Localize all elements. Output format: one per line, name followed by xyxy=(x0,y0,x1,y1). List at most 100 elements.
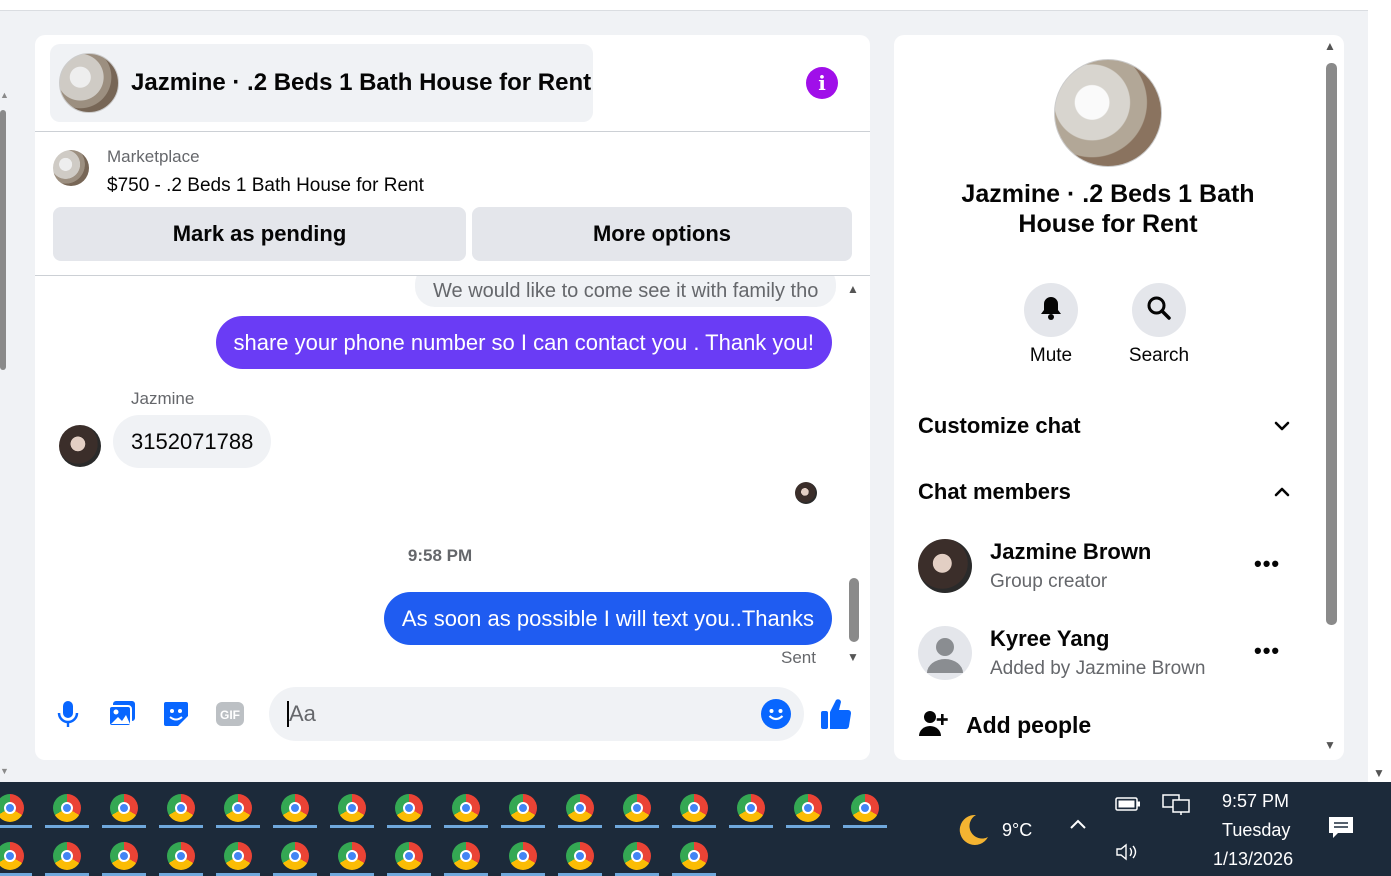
chrome-icon[interactable] xyxy=(338,794,366,822)
customize-chat-section[interactable]: Customize chat xyxy=(918,413,1292,443)
chrome-icon[interactable] xyxy=(167,842,195,870)
mute-label: Mute xyxy=(1029,345,1073,366)
chrome-icon[interactable] xyxy=(224,842,252,870)
taskbar-running-indicator xyxy=(615,825,659,828)
microphone-icon[interactable] xyxy=(53,699,83,729)
panel-scroll-up-arrow[interactable]: ▲ xyxy=(1324,39,1336,53)
chrome-icon[interactable] xyxy=(566,842,594,870)
chat-header[interactable]: Jazmine · .2 Beds 1 Bath House for Rent xyxy=(50,44,593,122)
clock-day[interactable]: Tuesday xyxy=(1222,820,1290,841)
chrome-icon[interactable] xyxy=(110,794,138,822)
taskbar-running-indicator xyxy=(45,825,89,828)
section-title: Customize chat xyxy=(918,413,1081,438)
weather-temperature[interactable]: 9°C xyxy=(1002,820,1032,841)
chrome-icon[interactable] xyxy=(110,842,138,870)
header-divider xyxy=(35,131,870,132)
chrome-icon[interactable] xyxy=(851,794,879,822)
member-role: Group creator xyxy=(990,571,1108,592)
search-icon xyxy=(1146,295,1172,326)
chrome-icon[interactable] xyxy=(0,842,24,870)
clock-time[interactable]: 9:57 PM xyxy=(1222,791,1289,812)
chrome-icon[interactable] xyxy=(281,842,309,870)
message-out[interactable]: share your phone number so I can contact… xyxy=(215,316,832,369)
chrome-icon[interactable] xyxy=(281,794,309,822)
add-people-label: Add people xyxy=(966,711,1092,738)
emoji-icon[interactable] xyxy=(761,699,791,729)
message-in[interactable]: 3152071788 xyxy=(113,415,272,468)
chrome-icon[interactable] xyxy=(338,842,366,870)
member-role: Added by Jazmine Brown xyxy=(990,658,1206,679)
mark-as-pending-button[interactable]: Mark as pending xyxy=(53,207,466,261)
page-scroll-down-arrow[interactable]: ▼ xyxy=(1373,766,1385,780)
message-input-placeholder[interactable]: Aa xyxy=(287,701,316,727)
chrome-icon[interactable] xyxy=(509,794,537,822)
read-receipt-avatar xyxy=(795,482,817,504)
chrome-icon[interactable] xyxy=(680,842,708,870)
chrome-icon[interactable] xyxy=(53,794,81,822)
chrome-icon[interactable] xyxy=(452,842,480,870)
sender-avatar[interactable] xyxy=(59,425,101,467)
browser-top-strip xyxy=(0,0,1368,11)
network-icon[interactable] xyxy=(1162,794,1190,821)
left-scroll-down-arrow[interactable]: ▼ xyxy=(0,766,9,776)
chat-avatar xyxy=(59,53,119,113)
taskbar-running-indicator xyxy=(273,825,317,828)
member-name[interactable]: Jazmine Brown xyxy=(990,539,1151,565)
chrome-icon[interactable] xyxy=(794,794,822,822)
sticker-icon[interactable] xyxy=(161,699,191,729)
taskbar-running-indicator xyxy=(102,825,146,828)
member-options-icon[interactable]: ••• xyxy=(1254,551,1280,577)
chrome-icon[interactable] xyxy=(737,794,765,822)
message-in[interactable]: We would like to come see it with family… xyxy=(415,276,837,307)
chrome-icon[interactable] xyxy=(0,794,24,822)
taskbar-running-indicator xyxy=(672,825,716,828)
taskbar-running-indicator xyxy=(501,825,545,828)
message-out[interactable]: As soon as possible I will text you..Tha… xyxy=(383,592,832,645)
chrome-icon[interactable] xyxy=(224,794,252,822)
chrome-icon[interactable] xyxy=(680,794,708,822)
listing-source: Marketplace xyxy=(107,147,200,166)
panel-scroll-down-arrow[interactable]: ▼ xyxy=(1324,738,1336,752)
chrome-icon[interactable] xyxy=(53,842,81,870)
taskbar-running-indicator xyxy=(444,825,488,828)
chevron-up-icon[interactable] xyxy=(1068,816,1088,837)
mute-button[interactable] xyxy=(1024,283,1078,337)
left-scrollbar-thumb[interactable] xyxy=(0,110,6,370)
info-icon[interactable]: i xyxy=(806,67,838,99)
thumbs-up-icon[interactable] xyxy=(819,697,853,731)
chrome-icon[interactable] xyxy=(566,794,594,822)
volume-icon[interactable] xyxy=(1115,842,1141,867)
member-avatar[interactable] xyxy=(918,539,972,593)
more-options-button[interactable]: More options xyxy=(472,207,852,261)
taskbar-running-indicator xyxy=(387,825,431,828)
chevron-up-icon xyxy=(1272,482,1292,508)
messages-scrollbar-thumb[interactable] xyxy=(849,578,859,642)
gif-icon[interactable]: GIF xyxy=(215,699,245,729)
messages-scroll-down-arrow[interactable]: ▼ xyxy=(847,650,859,664)
moon-weather-icon[interactable] xyxy=(954,812,990,853)
chrome-icon[interactable] xyxy=(623,842,651,870)
clock-date[interactable]: 1/13/2026 xyxy=(1213,849,1293,870)
taskbar-running-indicator xyxy=(0,825,32,828)
notification-icon[interactable] xyxy=(1328,816,1354,845)
listing-thumbnail[interactable] xyxy=(53,150,89,186)
panel-scrollbar-thumb[interactable] xyxy=(1326,63,1337,625)
chrome-icon[interactable] xyxy=(623,794,651,822)
battery-icon[interactable] xyxy=(1115,796,1141,817)
member-options-icon[interactable]: ••• xyxy=(1254,638,1280,664)
chrome-icon[interactable] xyxy=(509,842,537,870)
messages-scroll-up-arrow[interactable]: ▲ xyxy=(847,282,859,296)
add-people-button[interactable]: Add people xyxy=(918,707,1091,743)
chrome-icon[interactable] xyxy=(395,794,423,822)
default-avatar-icon[interactable] xyxy=(918,626,972,680)
chrome-icon[interactable] xyxy=(167,794,195,822)
photo-icon[interactable] xyxy=(107,699,137,729)
message-input[interactable]: Aa xyxy=(269,687,804,741)
chrome-icon[interactable] xyxy=(452,794,480,822)
search-button[interactable] xyxy=(1132,283,1186,337)
chrome-icon[interactable] xyxy=(395,842,423,870)
left-scroll-up-arrow[interactable]: ▲ xyxy=(0,90,9,100)
listing-title[interactable]: $750 - .2 Beds 1 Bath House for Rent xyxy=(107,175,424,197)
member-name[interactable]: Kyree Yang xyxy=(990,626,1109,652)
chat-members-section[interactable]: Chat members xyxy=(918,479,1292,509)
